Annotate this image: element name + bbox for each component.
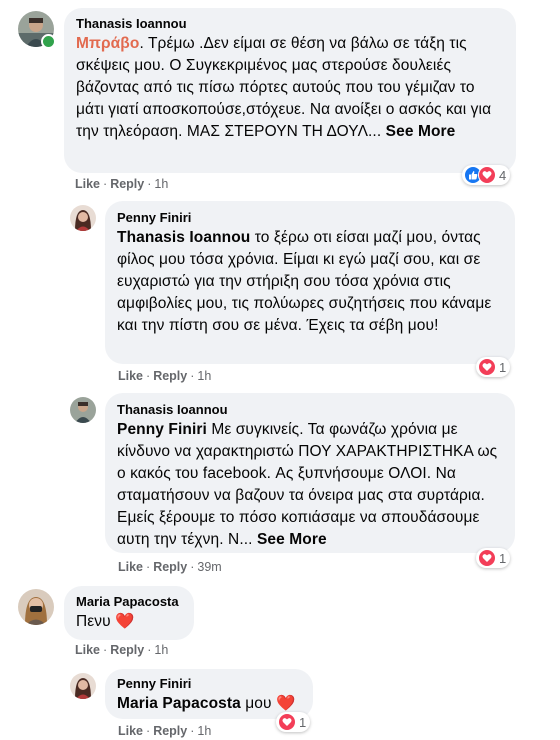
reaction-count: 1 (499, 359, 507, 375)
comment-actions: Like · Reply · 1h (75, 177, 169, 191)
love-icon (478, 358, 496, 376)
see-more-link[interactable]: See More (257, 531, 327, 548)
reaction-count: 4 (499, 167, 507, 183)
love-icon (478, 549, 496, 567)
heart-emoji: ❤️ (115, 613, 135, 630)
comment-author[interactable]: Penny Finiri (117, 676, 301, 691)
love-icon (278, 713, 296, 731)
mention-link[interactable]: Penny Finiri (117, 421, 207, 438)
comment-bubble: Penny Finiri Maria Papacosta μου ❤️ (105, 669, 313, 719)
reaction-count: 1 (299, 714, 307, 730)
mention-link[interactable]: Maria Papacosta (117, 695, 241, 712)
avatar-thanasis[interactable] (70, 397, 96, 423)
comment-author[interactable]: Maria Papacosta (76, 594, 182, 609)
comment-text: Maria Papacosta μου ❤️ (117, 693, 301, 715)
comment-text: Πενυ ❤️ (76, 611, 182, 633)
reply-button[interactable]: Reply (153, 560, 187, 574)
comment-bubble: Maria Papacosta Πενυ ❤️ (64, 586, 194, 640)
reaction-summary[interactable]: 1 (476, 548, 511, 568)
comment-actions: Like · Reply · 39m (118, 560, 222, 574)
comment-author[interactable]: Thanasis Ioannou (117, 402, 503, 417)
reaction-count: 1 (499, 550, 507, 566)
like-button[interactable]: Like (118, 560, 143, 574)
avatar-maria[interactable] (18, 589, 54, 625)
comment-bubble: Thanasis Ioannou Penny Finiri Με συγκινε… (105, 393, 515, 553)
mention-link[interactable]: Thanasis Ioannou (117, 229, 250, 246)
reply-button[interactable]: Reply (110, 643, 144, 657)
heart-emoji: ❤️ (275, 695, 296, 712)
avatar-penny[interactable] (70, 673, 96, 699)
reply-button[interactable]: Reply (153, 724, 187, 738)
comment-text: Μπράβο. Τρέμω .Δεν είμαι σε θέση να βάλω… (76, 33, 504, 143)
comment-bubble: Thanasis Ioannou Μπράβο. Τρέμω .Δεν είμα… (64, 8, 516, 173)
comment-time[interactable]: 1h (197, 724, 211, 738)
reaction-summary[interactable]: 1 (476, 357, 511, 377)
reply-button[interactable]: Reply (110, 177, 144, 191)
comment-body: Με συγκινείς. Τα φωνάζω χρόνια με κίνδυν… (117, 421, 498, 548)
online-status-dot (41, 34, 56, 49)
comment-author[interactable]: Thanasis Ioannou (76, 16, 504, 31)
comment-lead-word: Μπράβο (76, 35, 140, 52)
comment-time[interactable]: 1h (197, 369, 211, 383)
like-button[interactable]: Like (75, 643, 100, 657)
reply-button[interactable]: Reply (153, 369, 187, 383)
comment-text: Penny Finiri Με συγκινείς. Τα φωνάζω χρό… (117, 419, 503, 551)
like-button[interactable]: Like (75, 177, 100, 191)
avatar-penny[interactable] (70, 205, 96, 231)
reaction-summary[interactable]: 1 (276, 712, 311, 732)
reaction-summary[interactable]: 4 (462, 165, 511, 185)
like-button[interactable]: Like (118, 369, 143, 383)
comment-time[interactable]: 39m (197, 560, 221, 574)
comment-actions: Like · Reply · 1h (75, 643, 169, 657)
comment-body: Πενυ (76, 613, 116, 630)
comment-time[interactable]: 1h (154, 643, 168, 657)
comment-author[interactable]: Penny Finiri (117, 210, 503, 225)
love-icon (478, 166, 496, 184)
comment-actions: Like · Reply · 1h (118, 724, 212, 738)
comment-body: μου (240, 695, 276, 712)
see-more-link[interactable]: See More (386, 123, 456, 140)
comment-time[interactable]: 1h (154, 177, 168, 191)
comment-bubble: Penny Finiri Thanasis Ioannou το ξέρω οτ… (105, 201, 515, 364)
like-button[interactable]: Like (118, 724, 143, 738)
comment-text: Thanasis Ioannou το ξέρω οτι είσαι μαζί … (117, 227, 503, 337)
comment-actions: Like · Reply · 1h (118, 369, 212, 383)
